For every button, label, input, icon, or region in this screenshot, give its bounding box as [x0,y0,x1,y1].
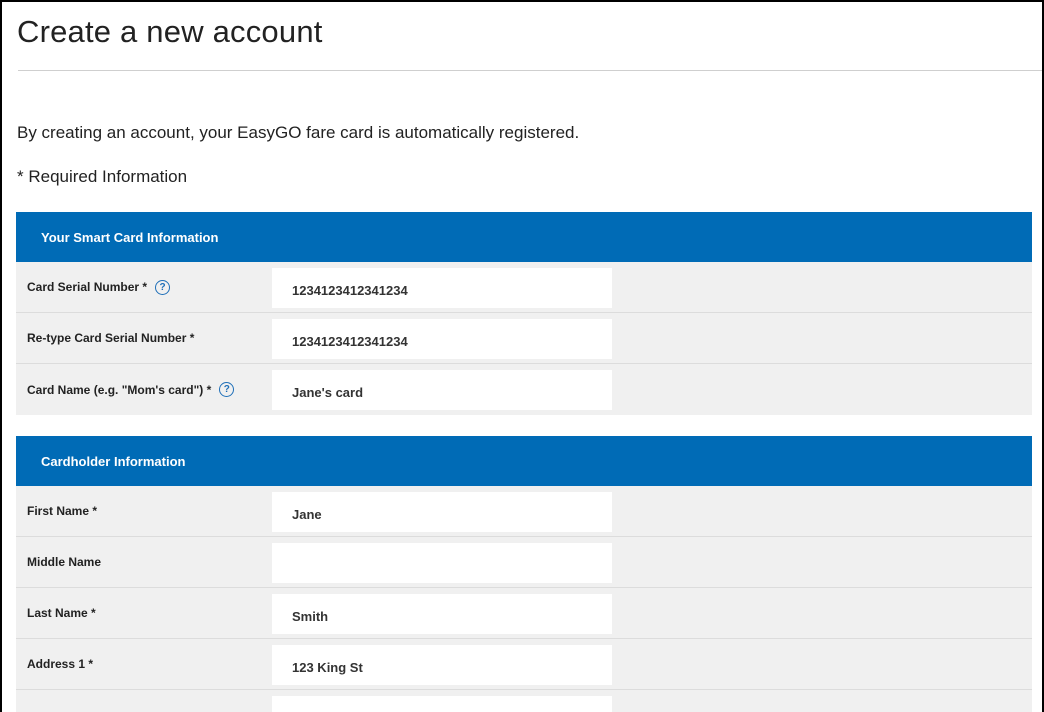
retype-card-serial-input[interactable] [272,319,612,359]
retype-card-serial-row: Re-type Card Serial Number * [16,313,1032,364]
first-name-label: First Name * [27,504,98,518]
first-name-label-wrap: First Name * [27,486,97,536]
required-info-note: * Required Information [17,167,188,186]
last-name-label: Last Name * [27,606,96,620]
middle-name-input[interactable] [272,543,612,583]
last-name-input[interactable] [272,594,612,634]
address1-row: Address 1 * [16,639,1032,690]
smart-card-section: Your Smart Card Information Card Serial … [16,212,1032,415]
retype-card-serial-label-wrap: Re-type Card Serial Number * [27,313,194,363]
cardholder-section: Cardholder Information First Name * Midd… [16,436,1032,712]
middle-name-label: Middle Name [27,555,102,569]
last-name-row: Last Name * [16,588,1032,639]
address2-input[interactable] [272,696,612,712]
address2-row [16,690,1032,712]
first-name-input[interactable] [272,492,612,532]
title-divider [18,70,1042,71]
card-serial-input[interactable] [272,268,612,308]
middle-name-label-wrap: Middle Name [27,537,101,587]
address1-input[interactable] [272,645,612,685]
page-title: Create a new account [17,14,323,49]
smart-card-section-header: Your Smart Card Information [16,212,1032,262]
question-circle-icon[interactable]: ? [219,382,235,397]
question-circle-icon[interactable]: ? [155,279,171,295]
form-window: Create a new account By creating an acco… [0,0,1044,712]
last-name-label-wrap: Last Name * [27,588,96,638]
intro-text: By creating an account, your EasyGO fare… [17,123,580,142]
card-name-label: Card Name (e.g. "Mom's card") * [27,382,212,397]
middle-name-row: Middle Name [16,537,1032,588]
card-name-row: Card Name (e.g. "Mom's card") * ? [16,364,1032,415]
address1-label-wrap: Address 1 * [27,639,93,689]
card-name-label-wrap: Card Name (e.g. "Mom's card") * ? [27,364,235,415]
card-name-input[interactable] [272,370,612,410]
card-serial-label-wrap: Card Serial Number * ? [27,262,171,312]
card-serial-label: Card Serial Number * [27,280,148,294]
retype-card-serial-label: Re-type Card Serial Number * [27,331,195,345]
cardholder-section-header: Cardholder Information [16,436,1032,486]
address1-label: Address 1 * [27,657,94,671]
first-name-row: First Name * [16,486,1032,537]
card-serial-row: Card Serial Number * ? [16,262,1032,313]
